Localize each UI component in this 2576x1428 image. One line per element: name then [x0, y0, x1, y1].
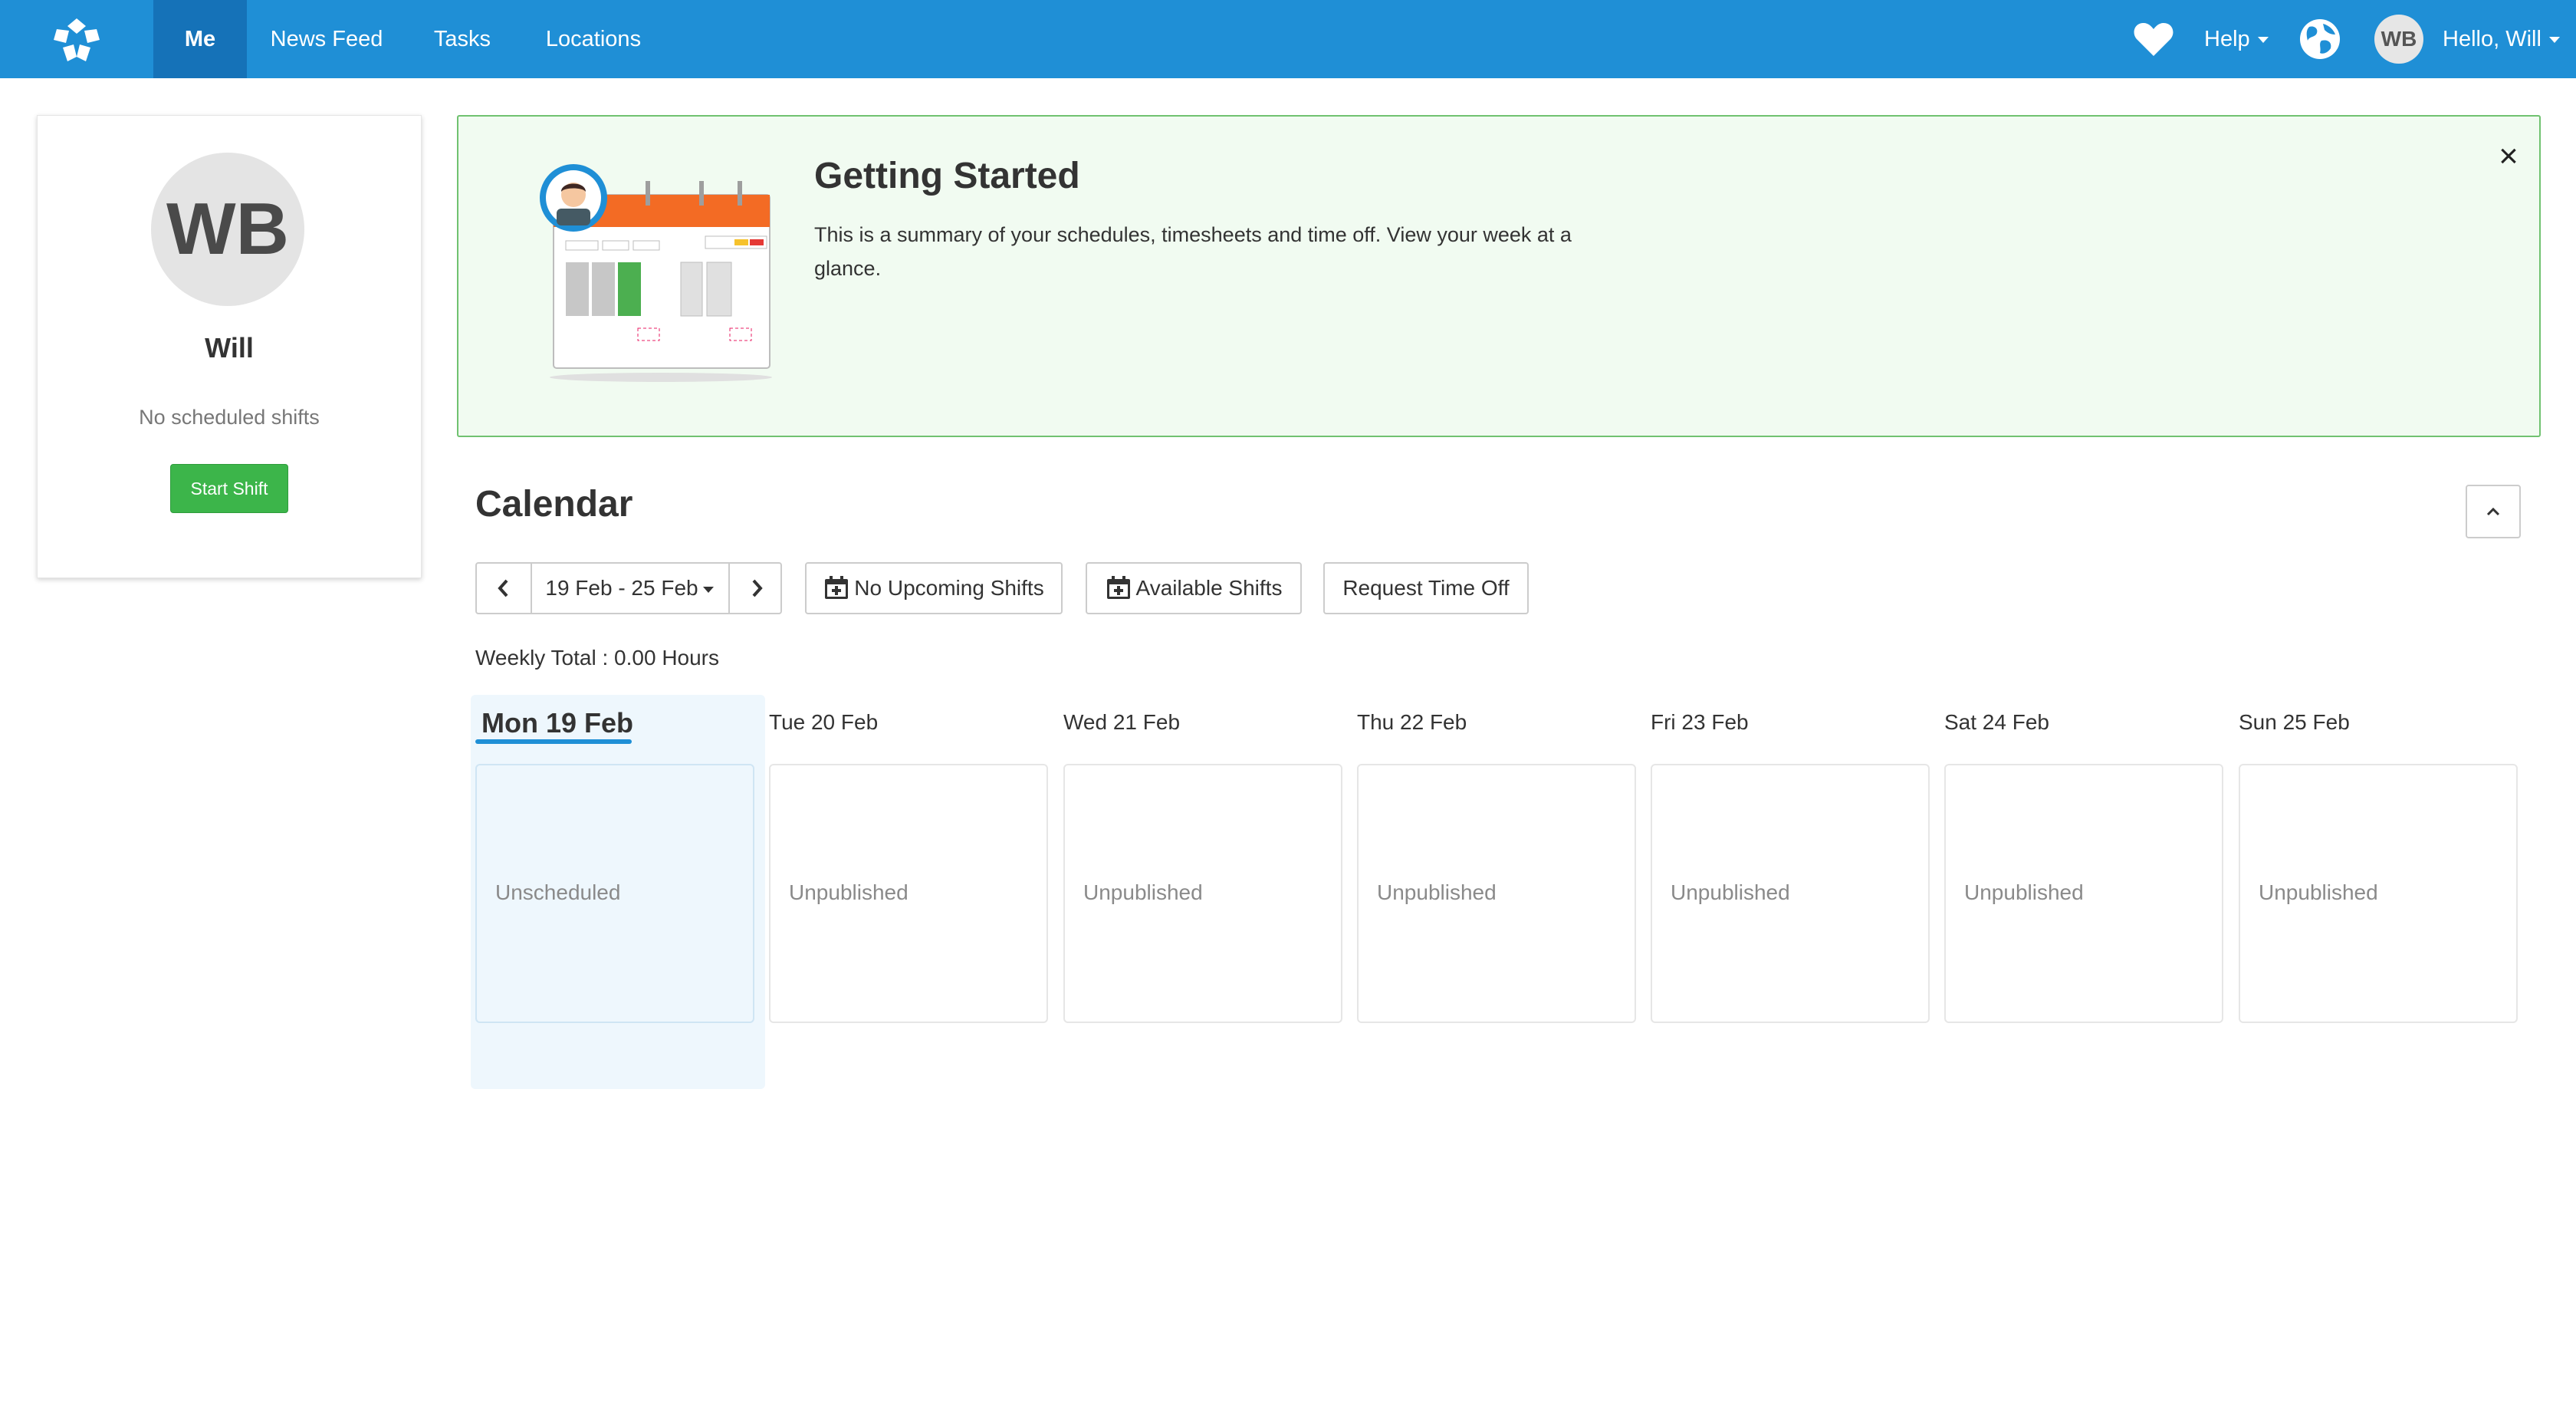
day-status: Unpublished	[1671, 880, 1790, 904]
chevron-down-icon	[2548, 37, 2560, 44]
chevron-down-icon	[2257, 37, 2269, 44]
week-range-dropdown[interactable]: 19 Feb - 25 Feb	[531, 564, 728, 613]
request-time-off-button[interactable]: Request Time Off	[1323, 562, 1529, 614]
help-label: Help	[2204, 27, 2250, 51]
day-cell-mon[interactable]: Unscheduled	[475, 764, 754, 1023]
getting-started-title: Getting Started	[814, 156, 1080, 196]
getting-started-text: This is a summary of your schedules, tim…	[814, 223, 1572, 280]
day-header-thu: Thu 22 Feb	[1357, 710, 1467, 734]
day-cell-sat[interactable]: Unpublished	[1944, 764, 2223, 1023]
start-shift-button[interactable]: Start Shift	[170, 464, 288, 513]
calendar-icon	[825, 575, 849, 599]
nav-news-feed[interactable]: News Feed	[259, 0, 394, 78]
day-header-wed: Wed 21 Feb	[1063, 710, 1181, 734]
day-cell-fri[interactable]: Unpublished	[1651, 764, 1930, 1023]
upcoming-shifts-label: No Upcoming Shifts	[854, 576, 1044, 600]
day-cell-tue[interactable]: Unpublished	[769, 764, 1048, 1023]
available-shifts-label: Available Shifts	[1135, 576, 1283, 600]
day-status: Unpublished	[789, 880, 909, 904]
profile-card: WB Will No scheduled shifts Start Shift	[37, 115, 422, 578]
previous-week-button[interactable]	[477, 564, 532, 613]
day-header-sun: Sun 25 Feb	[2239, 710, 2350, 734]
nav-me[interactable]: Me	[153, 0, 247, 78]
day-status: Unpublished	[1377, 880, 1497, 904]
calendar-illustration-icon	[540, 164, 772, 382]
day-header-sat: Sat 24 Feb	[1944, 710, 2049, 734]
weekly-total: Weekly Total : 0.00 Hours	[475, 646, 720, 670]
chevron-up-icon	[2486, 507, 2500, 515]
day-header-tue: Tue 20 Feb	[769, 710, 879, 734]
profile-avatar: WB	[151, 153, 304, 306]
available-shifts-button[interactable]: Available Shifts	[1086, 562, 1302, 614]
upcoming-shifts-button[interactable]: No Upcoming Shifts	[805, 562, 1063, 614]
user-menu[interactable]: Hello, Will	[2443, 0, 2560, 78]
app-logo-icon[interactable]	[46, 15, 107, 64]
nav-tasks[interactable]: Tasks	[420, 0, 504, 78]
day-status: Unpublished	[1964, 880, 2084, 904]
day-status: Unscheduled	[495, 880, 621, 904]
hello-label: Hello, Will	[2443, 27, 2542, 51]
chevron-right-icon	[752, 579, 763, 597]
close-icon[interactable]: ×	[2490, 138, 2527, 175]
profile-name: Will	[205, 332, 254, 364]
day-status: Unpublished	[2259, 880, 2378, 904]
day-header-mon: Mon 19 Feb	[481, 707, 634, 739]
calendar-title: Calendar	[475, 484, 633, 525]
user-avatar[interactable]: WB	[2374, 15, 2423, 64]
today-indicator	[475, 739, 632, 744]
day-cell-sun[interactable]: Unpublished	[2239, 764, 2518, 1023]
scheduled-shifts-text: No scheduled shifts	[139, 406, 320, 429]
week-range-picker: 19 Feb - 25 Feb	[475, 562, 782, 614]
day-cell-thu[interactable]: Unpublished	[1357, 764, 1636, 1023]
nav-locations[interactable]: Locations	[535, 0, 652, 78]
day-status: Unpublished	[1083, 880, 1203, 904]
chevron-down-icon	[702, 586, 714, 593]
calendar-icon	[1106, 575, 1130, 599]
collapse-button[interactable]	[2466, 485, 2521, 538]
day-header-fri: Fri 23 Feb	[1651, 710, 1749, 734]
chevron-left-icon	[498, 579, 508, 597]
week-range-label: 19 Feb - 25 Feb	[545, 576, 698, 600]
help-menu[interactable]: Help	[2204, 0, 2269, 78]
heart-icon[interactable]	[2133, 21, 2174, 58]
next-week-button[interactable]	[728, 564, 784, 613]
top-navbar: Me News Feed Tasks Locations Help WB Hel…	[0, 0, 2576, 78]
getting-started-panel: Getting Started This is a summary of you…	[457, 115, 2541, 437]
globe-icon[interactable]	[2298, 18, 2341, 61]
day-cell-wed[interactable]: Unpublished	[1063, 764, 1342, 1023]
